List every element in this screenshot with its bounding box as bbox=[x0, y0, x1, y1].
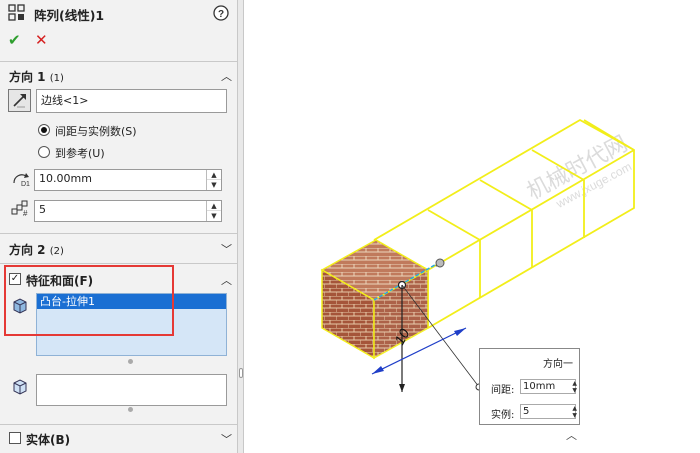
spacing-icon: D1 bbox=[13, 173, 30, 188]
instance-count-input[interactable]: 5 bbox=[34, 200, 222, 222]
callout-spacing-input[interactable]: 10mm bbox=[520, 379, 576, 394]
direction-callout: 方向一 间距: 10mm ▲ ▼ 实例: 5 ▲ ▼ bbox=[479, 348, 580, 425]
callout-count-value: 5 bbox=[523, 406, 530, 417]
direction2-hotkey: (2) bbox=[49, 246, 64, 257]
direction1-hotkey: (1) bbox=[49, 73, 64, 84]
direction1-edge-value: 边线<1> bbox=[41, 94, 89, 107]
model-view: 机械时代网 www.jxuge.com 10 bbox=[320, 118, 635, 392]
svg-text:#: # bbox=[23, 209, 28, 218]
list-resize-handle[interactable] bbox=[128, 407, 133, 412]
highlight-box bbox=[4, 265, 174, 336]
direction1-edge-field[interactable]: 边线<1> bbox=[36, 89, 227, 113]
direction-arrow-handle[interactable] bbox=[435, 258, 445, 268]
direction2-header[interactable]: 方向 2 (2) bbox=[9, 241, 64, 258]
callout-count-label: 实例: bbox=[491, 410, 515, 421]
list-resize-handle[interactable] bbox=[128, 359, 133, 364]
callout-count-stepper[interactable]: ▲ ▼ bbox=[572, 405, 577, 419]
radio-spacing-instances[interactable] bbox=[38, 124, 50, 136]
chevron-up-icon[interactable]: ︿ bbox=[566, 427, 577, 443]
panel-splitter[interactable] bbox=[237, 0, 244, 453]
svg-text:D1: D1 bbox=[21, 181, 30, 188]
svg-text:?: ? bbox=[218, 9, 224, 20]
callout-count-input[interactable]: 5 bbox=[520, 404, 576, 419]
chevron-up-icon[interactable]: ︿ bbox=[221, 272, 232, 288]
callout-spacing-stepper[interactable]: ▲ ▼ bbox=[572, 380, 577, 394]
direction1-header[interactable]: 方向 1 (1) bbox=[9, 68, 64, 85]
direction2-title: 方向 2 bbox=[9, 243, 46, 257]
spacing-value: 10.00mm bbox=[39, 172, 92, 185]
bodies-select-box[interactable] bbox=[36, 374, 227, 406]
body-select-icon bbox=[13, 379, 27, 395]
reverse-direction-button[interactable] bbox=[8, 89, 31, 112]
callout-spacing-label: 间距: bbox=[491, 385, 515, 396]
radio-reference-label: 到参考(U) bbox=[55, 147, 105, 160]
ok-button[interactable]: ✔ bbox=[8, 31, 21, 49]
chevron-up-icon[interactable]: ︿ bbox=[221, 68, 232, 84]
cancel-button[interactable]: ✕ bbox=[35, 31, 48, 49]
instance-count-icon: # bbox=[11, 200, 28, 218]
callout-spacing-value: 10mm bbox=[523, 381, 556, 392]
property-manager-panel: 阵列(线性)1 ? ✔ ✕ 方向 1 (1) ︿ 边线<1> 间距与实例数(S)… bbox=[0, 0, 237, 453]
chevron-down-icon[interactable]: ﹀ bbox=[221, 431, 232, 447]
direction1-title: 方向 1 bbox=[9, 70, 46, 84]
spacing-stepper[interactable]: ▲ ▼ bbox=[206, 170, 221, 190]
graphics-viewport[interactable]: 机械时代网 www.jxuge.com 10 bbox=[244, 0, 700, 453]
bodies-checkbox[interactable] bbox=[9, 432, 21, 444]
callout-title: 方向一 bbox=[543, 359, 573, 370]
radio-spacing-label: 间距与实例数(S) bbox=[55, 125, 137, 138]
reverse-direction-icon bbox=[13, 94, 26, 108]
chevron-down-icon[interactable]: ﹀ bbox=[221, 241, 232, 257]
bodies-title: 实体(B) bbox=[26, 433, 71, 447]
linear-pattern-icon bbox=[8, 4, 25, 21]
spacing-input[interactable]: 10.00mm bbox=[34, 169, 222, 191]
instance-count-value: 5 bbox=[39, 203, 46, 216]
instance-count-stepper[interactable]: ▲ ▼ bbox=[206, 201, 221, 221]
help-icon[interactable]: ? bbox=[213, 5, 229, 21]
page-title: 阵列(线性)1 bbox=[34, 8, 105, 23]
radio-up-to-reference[interactable] bbox=[38, 146, 50, 158]
handle-arrow-icon bbox=[399, 384, 405, 392]
splitter-grip[interactable] bbox=[239, 368, 243, 378]
